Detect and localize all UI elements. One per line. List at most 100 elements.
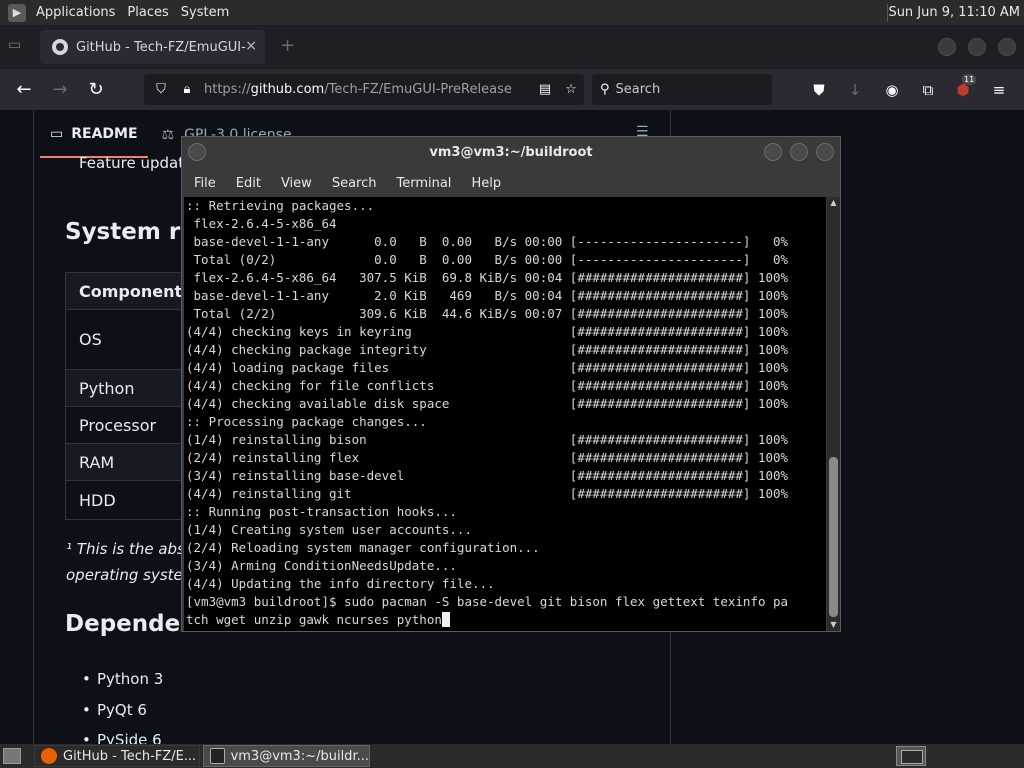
bookmark-star-icon[interactable]: ☆ (562, 82, 580, 97)
forward-icon[interactable]: → (49, 79, 71, 101)
book-icon: ▭ (50, 126, 64, 142)
terminal-line: (4/4) checking keys in keyring [########… (186, 324, 789, 339)
clock[interactable]: Sun Jun 9, 11:10 AM (888, 0, 1020, 25)
lock-icon[interactable]: 🔒︎ (178, 82, 196, 97)
tracking-protection-icon[interactable]: ⛉ (152, 82, 170, 97)
terminal-line: base-devel-1-1-any 0.0 B 0.00 B/s 00:00 … (186, 234, 789, 249)
window-maximize-button[interactable] (968, 38, 986, 56)
back-icon[interactable]: ← (13, 79, 35, 101)
terminal-line: (4/4) checking for file conflicts [#####… (186, 378, 789, 393)
menu-view[interactable]: View (271, 176, 322, 191)
terminal-line: (2/4) Reloading system manager configura… (186, 540, 540, 555)
list-item-label: PyQt 6 (97, 701, 147, 719)
terminal-line: (4/4) loading package files [###########… (186, 360, 789, 375)
github-favicon-icon (52, 39, 68, 55)
scroll-down-icon[interactable]: ▼ (827, 619, 840, 631)
terminal-line: (4/4) checking available disk space [###… (186, 396, 789, 411)
window-minimize-button[interactable] (938, 38, 956, 56)
browser-nav-bar: ← → ↻ ⛉ 🔒︎ https://github.com/Tech-FZ/Em… (0, 69, 1024, 110)
terminal-minimize-button[interactable] (764, 143, 782, 161)
new-tab-icon[interactable]: + (280, 35, 295, 56)
footnote-line-2: operating system (66, 566, 198, 584)
downloads-icon[interactable]: ↓ (844, 79, 866, 101)
terminal-title: vm3@vm3:~/buildroot (429, 145, 593, 160)
reader-view-icon[interactable]: ▤ (536, 82, 554, 97)
terminal-line: Total (2/2) 309.6 KiB 44.6 KiB/s 00:07 [… (186, 306, 789, 321)
scale-icon: ⚖ (161, 127, 175, 143)
menu-system[interactable]: System (175, 0, 235, 25)
menu-edit[interactable]: Edit (226, 176, 271, 191)
reload-icon[interactable]: ↻ (85, 79, 107, 101)
terminal-line: base-devel-1-1-any 2.0 KiB 469 B/s 00:04… (186, 288, 789, 303)
search-icon: ⚲ (600, 82, 610, 97)
window-close-button[interactable] (998, 38, 1016, 56)
terminal-line: (3/4) Arming ConditionNeedsUpdate... (186, 558, 457, 573)
footnote-line-1: ¹ This is the abso (66, 540, 195, 558)
url-prefix: https:// (204, 82, 251, 97)
terminal-line: Total (0/2) 0.0 B 0.00 B/s 00:00 [------… (186, 252, 789, 267)
terminal-line: (4/4) checking package integrity [######… (186, 342, 789, 357)
menu-terminal[interactable]: Terminal (386, 176, 461, 191)
menu-help[interactable]: Help (461, 176, 511, 191)
terminal-line: :: Processing package changes... (186, 414, 427, 429)
terminal-window: vm3@vm3:~/buildroot File Edit View Searc… (181, 136, 841, 632)
url-path: /Tech-FZ/EmuGUI-PreRelease (324, 82, 512, 97)
top-panel: ▶ Applications Places System Sun Jun 9, … (0, 0, 1024, 25)
terminal-menubar: File Edit View Search Terminal Help (182, 169, 840, 197)
terminal-line: :: Retrieving packages... (186, 198, 375, 213)
menu-file[interactable]: File (184, 176, 226, 191)
tab-close-icon[interactable]: × (245, 38, 257, 54)
taskbar-item-label: GitHub - Tech-FZ/E... (63, 748, 197, 764)
search-placeholder: Search (615, 82, 661, 97)
terminal-command-continuation: tch wget unzip gawk ncurses python (186, 612, 442, 627)
app-menu-icon[interactable]: ≡ (988, 79, 1010, 101)
account-icon[interactable]: ◉ (881, 79, 903, 101)
browser-tab-github[interactable]: GitHub - Tech-FZ/EmuGUI- × (40, 30, 265, 64)
pocket-icon[interactable]: ⛊ (808, 79, 830, 101)
search-bar[interactable]: ⚲ Search (592, 74, 772, 105)
scrollbar-thumb[interactable] (829, 457, 838, 617)
url-bar[interactable]: ⛉ 🔒︎ https://github.com/Tech-FZ/EmuGUI-P… (144, 74, 584, 105)
bottom-taskbar: GitHub - Tech-FZ/E... vm3@vm3:~/buildr..… (0, 744, 1024, 768)
menu-places[interactable]: Places (121, 0, 174, 25)
extensions-icon[interactable]: ⧉ (917, 79, 939, 101)
terminal-line: (4/4) reinstalling git [################… (186, 486, 789, 501)
terminal-scrollbar[interactable]: ▲ ▼ (827, 197, 840, 631)
terminal-line: (1/4) reinstalling bison [##############… (186, 432, 789, 447)
terminal-line: (2/4) reinstalling flex [###############… (186, 450, 789, 465)
terminal-line: [vm3@vm3 buildroot]$ sudo pacman -S base… (186, 594, 789, 609)
terminal-titlebar[interactable]: vm3@vm3:~/buildroot (182, 137, 840, 169)
applications-logo-icon[interactable]: ▶ (8, 3, 26, 22)
tab-title: GitHub - Tech-FZ/EmuGUI- (76, 39, 246, 55)
terminal-line: flex-2.6.4-5-x86_64 (186, 216, 337, 231)
terminal-icon (210, 748, 225, 764)
list-all-tabs-icon[interactable]: ▭ (8, 37, 30, 57)
taskbar-item-terminal[interactable]: vm3@vm3:~/buildr... (203, 745, 370, 767)
terminal-line: flex-2.6.4-5-x86_64 307.5 KiB 69.8 KiB/s… (186, 270, 789, 285)
browser-tab-bar: ▭ GitHub - Tech-FZ/EmuGUI- × + (0, 25, 1024, 69)
taskbar-item-firefox[interactable]: GitHub - Tech-FZ/E... (34, 745, 200, 767)
workspace-switcher-icon[interactable] (896, 746, 926, 766)
terminal-menu-button[interactable] (188, 143, 206, 161)
terminal-close-button[interactable] (816, 143, 834, 161)
ublock-badge: 11 (962, 74, 977, 85)
terminal-line: (3/4) reinstalling base-devel [#########… (186, 468, 789, 483)
show-desktop-icon[interactable] (3, 748, 21, 764)
terminal-output[interactable]: :: Retrieving packages... flex-2.6.4-5-x… (184, 197, 826, 631)
list-item: Python 3 (82, 670, 163, 688)
firefox-icon (41, 748, 57, 764)
scroll-up-icon[interactable]: ▲ (827, 197, 840, 209)
terminal-line: (4/4) Updating the info directory file..… (186, 576, 495, 591)
menu-search[interactable]: Search (322, 176, 387, 191)
tab-readme[interactable]: ▭ README (40, 112, 148, 158)
url-host: github.com (250, 82, 325, 97)
list-item-label: Python 3 (97, 670, 164, 688)
terminal-prompt-line: tch wget unzip gawk ncurses python (184, 611, 826, 629)
terminal-line: :: Running post-transaction hooks... (186, 504, 457, 519)
taskbar-item-label: vm3@vm3:~/buildr... (230, 748, 369, 764)
list-item: PyQt 6 (82, 701, 147, 719)
terminal-maximize-button[interactable] (790, 143, 808, 161)
feature-update-text: Feature update (79, 154, 194, 172)
desktop: { "top_panel": { "menus": ["Applications… (0, 0, 1024, 768)
menu-applications[interactable]: Applications (30, 0, 121, 25)
